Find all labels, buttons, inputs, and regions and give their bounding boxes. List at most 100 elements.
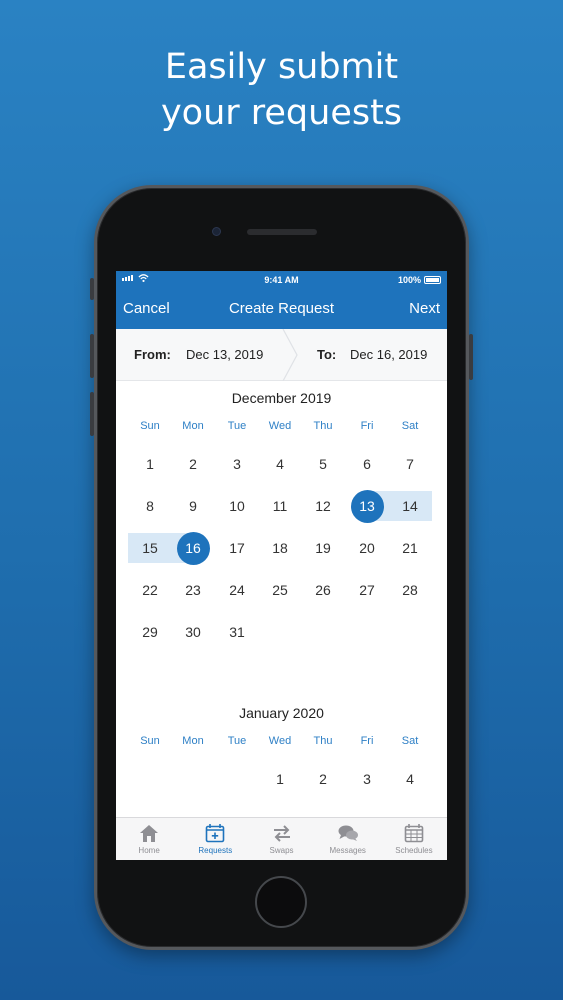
tab-home[interactable]: Home	[116, 818, 182, 860]
chat-bubbles-icon	[338, 825, 358, 841]
calendar-day[interactable]: 4	[258, 443, 302, 485]
calendar-day[interactable]: 20	[345, 527, 389, 569]
calendar-day[interactable]: 2	[171, 443, 215, 485]
calendar-day[interactable]: 29	[128, 611, 172, 653]
weekday-label: Thu	[313, 735, 333, 747]
battery-icon	[424, 276, 441, 284]
calendar-day[interactable]: 2	[301, 758, 345, 800]
calendar-day[interactable]: 21	[388, 527, 432, 569]
calendar-day-selected[interactable]: 16	[171, 527, 215, 569]
calendar-day[interactable]: 9	[171, 485, 215, 527]
week-row: 1234	[116, 758, 447, 800]
calendar-day[interactable]: 27	[345, 569, 389, 611]
calendar-day[interactable]: 26	[301, 569, 345, 611]
weekday-label: Wed	[268, 735, 292, 747]
weekday-label: Fri	[360, 420, 374, 432]
screen-title: Create Request	[228, 300, 335, 317]
calendar-plus-icon	[205, 824, 225, 843]
calendar-day[interactable]: 30	[171, 611, 215, 653]
from-label: From:	[134, 347, 171, 362]
status-bar: 9:41 AM 100%	[116, 271, 447, 289]
weekday-label: Thu	[313, 420, 333, 432]
week-row: 1234567	[116, 443, 447, 485]
calendar-day[interactable]: 3	[215, 443, 259, 485]
date-range-selector: From: Dec 13, 2019 To: Dec 16, 2019	[116, 329, 447, 381]
weekday-label: Wed	[268, 420, 292, 432]
calendar-day-selected[interactable]: 13	[345, 485, 389, 527]
calendar-day[interactable]: 7	[388, 443, 432, 485]
weekday-label: Fri	[360, 735, 374, 747]
weekday-header-row: Sun Mon Tue Wed Thu Fri Sat	[116, 735, 447, 755]
weekday-label: Tue	[227, 735, 247, 747]
navigation-bar: Cancel Create Request Next	[116, 289, 447, 329]
calendar-day[interactable]: 5	[301, 443, 345, 485]
to-date-value[interactable]: Dec 16, 2019	[350, 347, 427, 362]
week-row: 29 30 31	[116, 611, 447, 653]
chevron-right-icon	[282, 329, 298, 381]
promo-headline: Easily submit your requests	[0, 44, 563, 136]
from-date-value[interactable]: Dec 13, 2019	[186, 347, 263, 362]
phone-mute-switch	[90, 278, 94, 300]
calendar-day[interactable]: 17	[215, 527, 259, 569]
weekday-label: Tue	[227, 420, 247, 432]
earpiece-speaker	[247, 229, 317, 235]
weekday-label: Sun	[140, 420, 160, 432]
home-icon	[140, 825, 159, 842]
calendar-day[interactable]: 12	[301, 485, 345, 527]
calendar-day[interactable]: 1	[128, 443, 172, 485]
tab-label-home: Home	[138, 846, 160, 855]
tab-label-requests: Requests	[198, 846, 233, 855]
calendar-day[interactable]: 8	[128, 485, 172, 527]
tab-label-schedules: Schedules	[395, 846, 433, 855]
home-button[interactable]	[255, 876, 307, 928]
calendar: December 2019 Sun Mon Tue Wed Thu Fri Sat 1 2 3 4 5 6…	[116, 390, 447, 800]
headline-line-2: your requests	[160, 93, 403, 133]
headline-line-1: Easily submit	[164, 47, 399, 87]
month-title: December 2019	[231, 390, 332, 406]
calendar-day[interactable]: 22	[128, 569, 172, 611]
calendar-day[interactable]: 11	[258, 485, 302, 527]
phone-volume-down	[90, 392, 94, 436]
month-block: January 2020 Sun Mon Tue Wed Thu Fri Sat 1 2 3 4	[116, 705, 447, 800]
weekday-header-row: Sun Mon Tue Wed Thu Fri Sat	[116, 420, 447, 440]
week-row: 22 23 24 25 26 27 28	[116, 569, 447, 611]
phone-power-button	[469, 334, 473, 380]
swap-arrows-icon	[273, 825, 290, 842]
tab-label-messages: Messages	[329, 846, 366, 855]
calendar-day[interactable]: 4	[388, 758, 432, 800]
front-camera	[212, 227, 221, 236]
weekday-label: Sat	[401, 420, 419, 432]
calendar-day[interactable]: 25	[258, 569, 302, 611]
to-label: To:	[317, 347, 337, 362]
calendar-day[interactable]: 18	[258, 527, 302, 569]
calendar-day[interactable]: 19	[301, 527, 345, 569]
tab-requests[interactable]: Requests	[182, 818, 248, 860]
battery-percent: 100%	[397, 275, 421, 285]
tab-messages[interactable]: Messages	[315, 818, 381, 860]
calendar-day[interactable]: 24	[215, 569, 259, 611]
month-title: January 2020	[239, 705, 324, 721]
calendar-day[interactable]: 31	[215, 611, 259, 653]
calendar-day[interactable]: 1	[258, 758, 302, 800]
calendar-day[interactable]: 3	[345, 758, 389, 800]
month-block: December 2019 Sun Mon Tue Wed Thu Fri Sat 1 2 3 4 5 6…	[116, 390, 447, 653]
tab-bar: Home Requests Swaps Messages Schedules	[116, 817, 447, 860]
calendar-day[interactable]: 23	[171, 569, 215, 611]
tab-schedules[interactable]: Schedules	[381, 818, 447, 860]
weekday-label: Mon	[182, 735, 204, 747]
weekday-label: Sat	[401, 735, 419, 747]
calendar-day[interactable]: 14	[388, 485, 432, 527]
week-row: 8 9 10 11 12 13 14	[116, 485, 447, 527]
tab-label-swaps: Swaps	[269, 846, 294, 855]
phone-volume-up	[90, 334, 94, 378]
calendar-day[interactable]: 15	[128, 527, 172, 569]
next-button[interactable]: Next	[409, 300, 440, 317]
weekday-label: Mon	[182, 420, 204, 432]
week-row: 15 16 17 18 19 20 21	[116, 527, 447, 569]
app-screen: 9:41 AM 100% Cancel Create Request Next …	[116, 271, 447, 860]
calendar-day[interactable]: 28	[388, 569, 432, 611]
calendar-day[interactable]: 6	[345, 443, 389, 485]
calendar-day[interactable]: 10	[215, 485, 259, 527]
calendar-grid-icon	[404, 824, 424, 843]
tab-swaps[interactable]: Swaps	[248, 818, 314, 860]
